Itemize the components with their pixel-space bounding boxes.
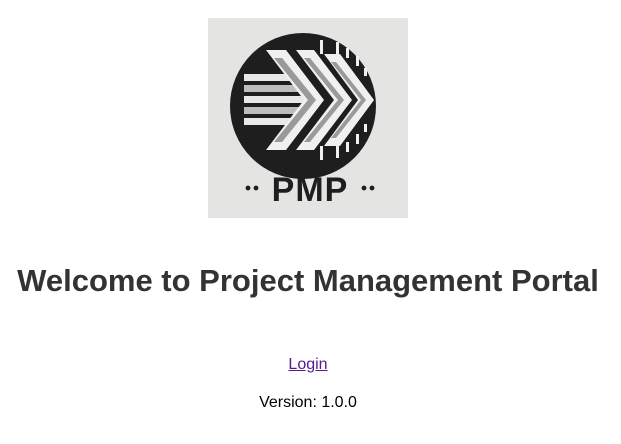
- pmp-wordmark: PMP: [272, 171, 349, 209]
- pmp-logo: PMP: [208, 18, 408, 218]
- login-link[interactable]: Login: [288, 356, 327, 373]
- page-title: Welcome to Project Management Portal: [17, 263, 599, 298]
- login-link-container: Login: [0, 355, 616, 375]
- pmp-logo-icon: PMP: [230, 33, 376, 209]
- version-text: Version: 1.0.0: [259, 394, 357, 411]
- landing-page: PMP Welcome to Project Management Portal…: [0, 0, 621, 444]
